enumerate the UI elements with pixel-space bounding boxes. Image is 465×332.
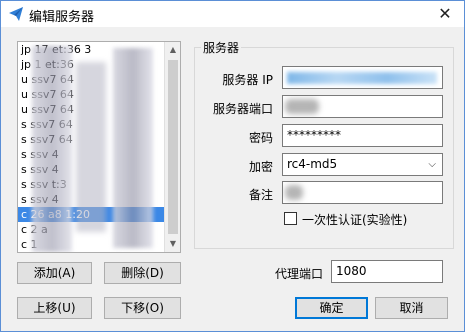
list-scrollbar[interactable]: ▲ ▼	[164, 42, 180, 252]
move-up-button[interactable]: 上移(U)	[17, 297, 92, 319]
proxy-port-field[interactable]: 1080	[331, 260, 443, 283]
paper-plane-icon	[9, 7, 23, 21]
password-field[interactable]: *********	[282, 124, 443, 147]
encryption-select[interactable]: rc4-md5 ⌵	[282, 153, 443, 176]
proxy-port-label: 代理端口	[274, 267, 323, 281]
chevron-down-icon: ⌵	[428, 159, 436, 170]
onetime-auth-label: 一次性认证(实验性)	[302, 213, 408, 227]
scroll-down-icon[interactable]: ▼	[165, 236, 180, 252]
redaction-blur	[76, 62, 106, 232]
remark-field[interactable]	[282, 181, 443, 204]
move-down-button[interactable]: 下移(O)	[104, 297, 181, 319]
cancel-button[interactable]: 取消	[375, 297, 448, 319]
title-bar: 编辑服务器 ✕	[1, 1, 464, 27]
server-group-title: 服务器	[201, 39, 242, 56]
onetime-auth-checkbox[interactable]	[284, 212, 297, 225]
edit-server-dialog: 编辑服务器 ✕ jp 17 et:36 3jp 1 et:36u ssv7 64…	[0, 0, 465, 332]
encryption-label: 加密	[248, 160, 273, 174]
delete-button[interactable]: 删除(D)	[104, 262, 181, 284]
redaction-blur	[287, 72, 437, 84]
encryption-value: rc4-md5	[287, 157, 338, 171]
redaction-blur	[285, 185, 303, 200]
redaction-blur	[32, 46, 72, 252]
server-ip-field[interactable]	[282, 66, 443, 89]
server-port-field[interactable]	[282, 95, 443, 118]
server-ip-label: 服务器 IP	[222, 73, 273, 87]
redaction-blur	[285, 99, 319, 114]
remark-label: 备注	[248, 188, 273, 202]
server-port-label: 服务器端口	[212, 102, 273, 116]
close-button[interactable]: ✕	[434, 3, 456, 25]
scroll-up-icon[interactable]: ▲	[165, 42, 180, 58]
password-label: 密码	[248, 131, 273, 145]
add-button[interactable]: 添加(A)	[17, 262, 92, 284]
scroll-thumb[interactable]	[168, 60, 178, 234]
server-list[interactable]: jp 17 et:36 3jp 1 et:36u ssv7 64u ssv7 6…	[17, 41, 181, 253]
ok-button[interactable]: 确定	[295, 297, 368, 319]
redaction-blur	[113, 48, 153, 248]
window-title: 编辑服务器	[29, 10, 95, 25]
